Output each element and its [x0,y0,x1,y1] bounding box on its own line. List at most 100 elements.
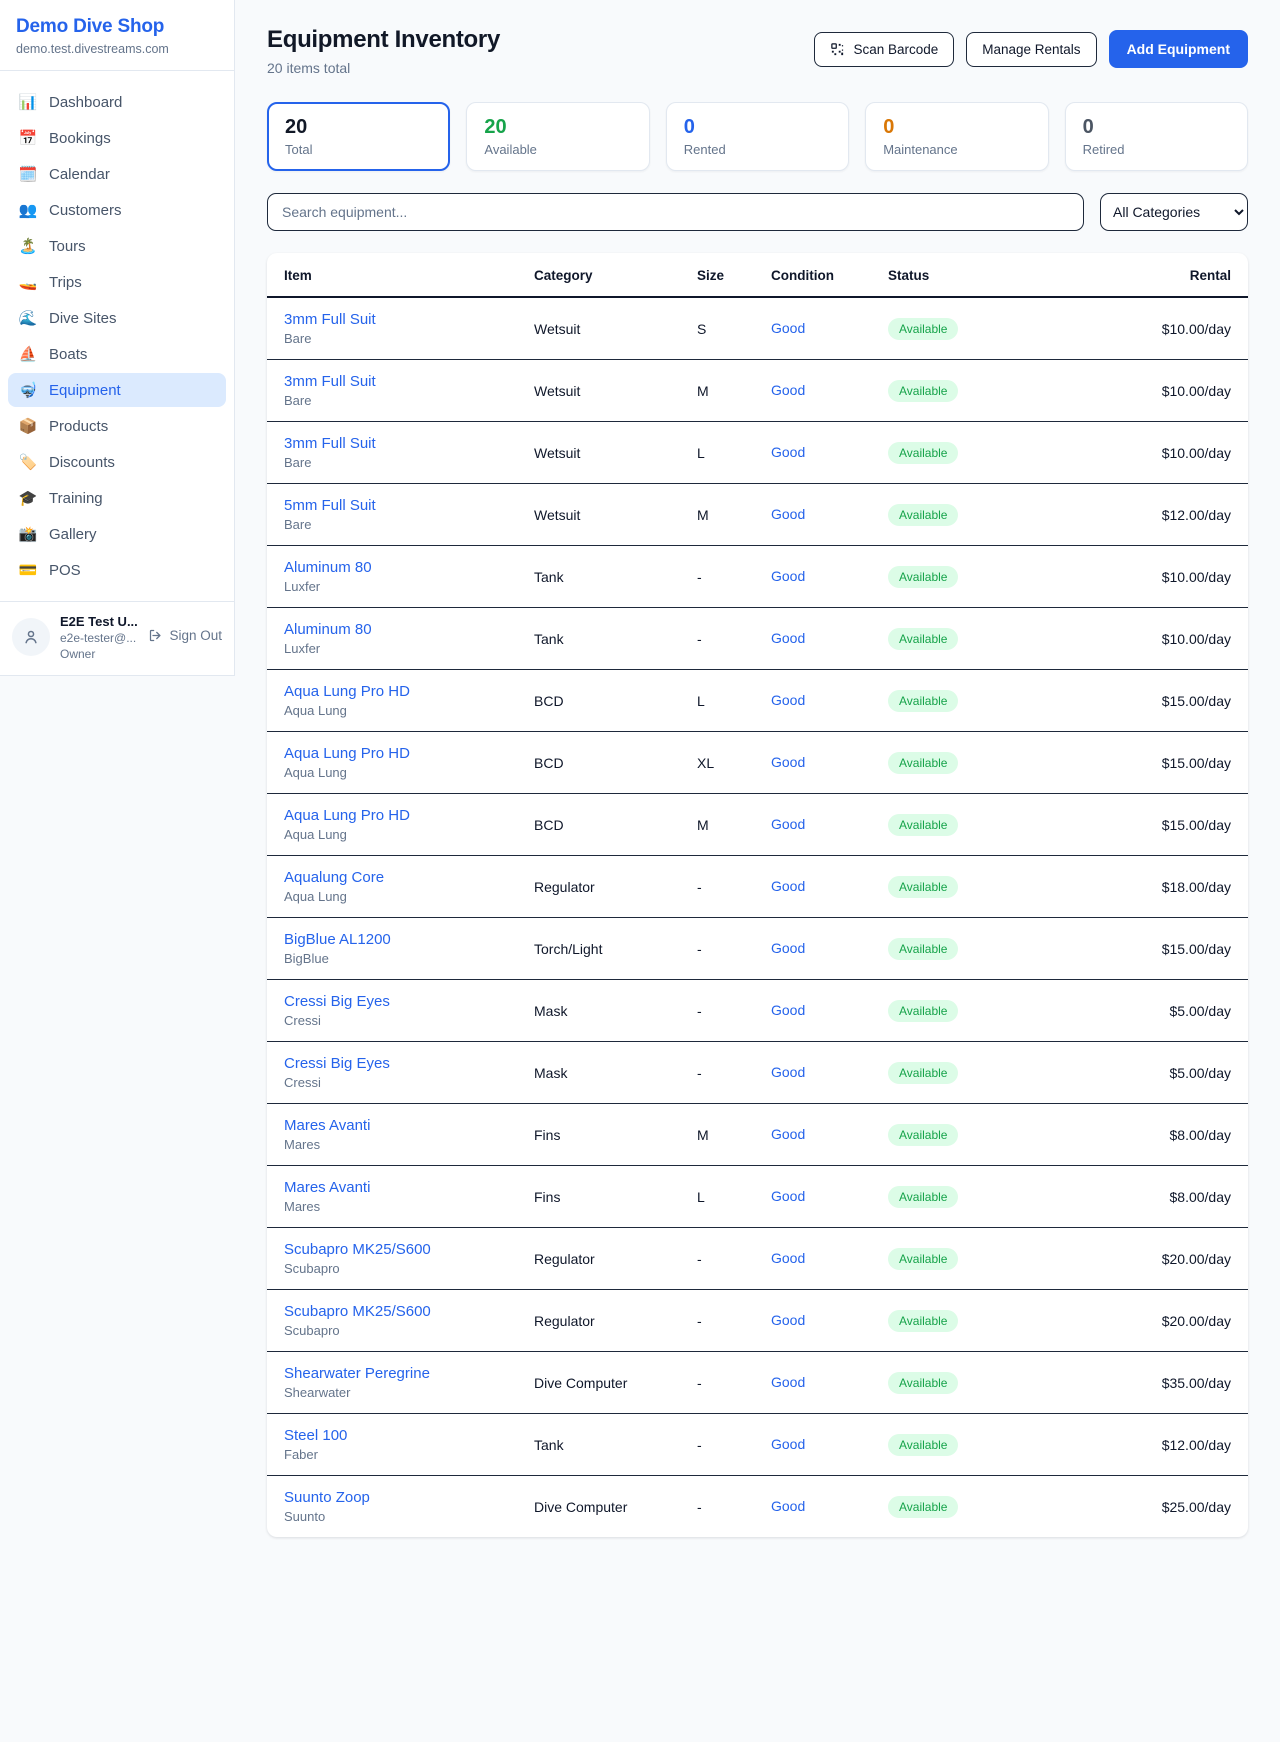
condition-link[interactable]: Good [771,1250,805,1266]
table-row[interactable]: Steel 100FaberTank-GoodAvailable$12.00/d… [267,1414,1248,1476]
cell-rental: $20.00/day [1076,1290,1248,1352]
item-name-link[interactable]: Aluminum 80 [284,621,500,638]
condition-link[interactable]: Good [771,816,805,832]
sidebar-item-calendar[interactable]: 🗓️Calendar [8,157,226,191]
condition-link[interactable]: Good [771,1064,805,1080]
sidebar-item-gallery[interactable]: 📸Gallery [8,517,226,551]
table-row[interactable]: Scubapro MK25/S600ScubaproRegulator-Good… [267,1228,1248,1290]
item-brand: Cressi [284,1075,500,1090]
cell-rental: $8.00/day [1076,1104,1248,1166]
cell-condition: Good [754,1352,871,1414]
condition-link[interactable]: Good [771,382,805,398]
condition-link[interactable]: Good [771,568,805,584]
table-row[interactable]: Aluminum 80LuxferTank-GoodAvailable$10.0… [267,608,1248,670]
table-row[interactable]: 3mm Full SuitBareWetsuitMGoodAvailable$1… [267,360,1248,422]
item-name-link[interactable]: Cressi Big Eyes [284,1055,500,1072]
sidebar-item-dive-sites[interactable]: 🌊Dive Sites [8,301,226,335]
condition-link[interactable]: Good [771,1374,805,1390]
table-row[interactable]: Aqualung CoreAqua LungRegulator-GoodAvai… [267,856,1248,918]
search-input[interactable] [267,193,1084,231]
sidebar-item-trips[interactable]: 🚤Trips [8,265,226,299]
category-select[interactable]: All Categories [1100,193,1248,231]
sign-out-button[interactable]: Sign Out [148,628,222,643]
brand-title: Demo Dive Shop [16,16,218,38]
item-name-link[interactable]: Scubapro MK25/S600 [284,1303,500,1320]
sidebar-item-equipment[interactable]: 🤿Equipment [8,373,226,407]
table-row[interactable]: Aluminum 80LuxferTank-GoodAvailable$10.0… [267,546,1248,608]
stat-card-rented[interactable]: 0Rented [666,102,849,171]
manage-rentals-button[interactable]: Manage Rentals [966,32,1096,67]
stat-card-available[interactable]: 20Available [466,102,649,171]
item-name-link[interactable]: Aluminum 80 [284,559,500,576]
item-name-link[interactable]: Steel 100 [284,1427,500,1444]
condition-link[interactable]: Good [771,630,805,646]
item-name-link[interactable]: Aqua Lung Pro HD [284,683,500,700]
table-row[interactable]: Cressi Big EyesCressiMask-GoodAvailable$… [267,1042,1248,1104]
condition-link[interactable]: Good [771,1312,805,1328]
condition-link[interactable]: Good [771,320,805,336]
condition-link[interactable]: Good [771,444,805,460]
sidebar-item-pos[interactable]: 💳POS [8,553,226,587]
sidebar-item-boats[interactable]: ⛵Boats [8,337,226,371]
table-row[interactable]: Mares AvantiMaresFinsLGoodAvailable$8.00… [267,1166,1248,1228]
item-name-link[interactable]: Mares Avanti [284,1179,500,1196]
item-name-link[interactable]: BigBlue AL1200 [284,931,500,948]
item-name-link[interactable]: 3mm Full Suit [284,373,500,390]
table-row[interactable]: Scubapro MK25/S600ScubaproRegulator-Good… [267,1290,1248,1352]
table-row[interactable]: Aqua Lung Pro HDAqua LungBCDLGoodAvailab… [267,670,1248,732]
table-row[interactable]: Aqua Lung Pro HDAqua LungBCDMGoodAvailab… [267,794,1248,856]
table-row[interactable]: BigBlue AL1200BigBlueTorch/Light-GoodAva… [267,918,1248,980]
cell-item: BigBlue AL1200BigBlue [267,918,517,980]
table-row[interactable]: Suunto ZoopSuuntoDive Computer-GoodAvail… [267,1476,1248,1538]
item-name-link[interactable]: 3mm Full Suit [284,435,500,452]
diving-mask-icon: 🤿 [18,381,38,399]
condition-link[interactable]: Good [771,506,805,522]
condition-link[interactable]: Good [771,878,805,894]
item-name-link[interactable]: Aqua Lung Pro HD [284,745,500,762]
item-name-link[interactable]: 5mm Full Suit [284,497,500,514]
cell-rental: $10.00/day [1076,360,1248,422]
stat-card-retired[interactable]: 0Retired [1065,102,1248,171]
item-name-link[interactable]: Cressi Big Eyes [284,993,500,1010]
table-row[interactable]: 5mm Full SuitBareWetsuitMGoodAvailable$1… [267,484,1248,546]
sidebar-item-training[interactable]: 🎓Training [8,481,226,515]
cell-status: Available [871,1104,1076,1166]
condition-link[interactable]: Good [771,1498,805,1514]
item-name-link[interactable]: 3mm Full Suit [284,311,500,328]
table-row[interactable]: 3mm Full SuitBareWetsuitLGoodAvailable$1… [267,422,1248,484]
item-brand: Bare [284,331,500,346]
cell-size: - [680,1476,754,1538]
sidebar-item-tours[interactable]: 🏝️Tours [8,229,226,263]
table-row[interactable]: Shearwater PeregrineShearwaterDive Compu… [267,1352,1248,1414]
item-name-link[interactable]: Scubapro MK25/S600 [284,1241,500,1258]
cell-size: M [680,484,754,546]
add-equipment-button[interactable]: Add Equipment [1109,30,1248,68]
item-name-link[interactable]: Aqua Lung Pro HD [284,807,500,824]
stat-card-total[interactable]: 20Total [267,102,450,171]
table-row[interactable]: Cressi Big EyesCressiMask-GoodAvailable$… [267,980,1248,1042]
condition-link[interactable]: Good [771,1126,805,1142]
condition-link[interactable]: Good [771,754,805,770]
sailboat-icon: ⛵ [18,345,38,363]
sidebar-item-bookings[interactable]: 📅Bookings [8,121,226,155]
condition-link[interactable]: Good [771,692,805,708]
item-name-link[interactable]: Suunto Zoop [284,1489,500,1506]
condition-link[interactable]: Good [771,1002,805,1018]
sidebar-item-customers[interactable]: 👥Customers [8,193,226,227]
table-row[interactable]: Aqua Lung Pro HDAqua LungBCDXLGoodAvaila… [267,732,1248,794]
item-name-link[interactable]: Mares Avanti [284,1117,500,1134]
cell-rental: $12.00/day [1076,1414,1248,1476]
table-row[interactable]: 3mm Full SuitBareWetsuitSGoodAvailable$1… [267,297,1248,360]
condition-link[interactable]: Good [771,1188,805,1204]
table-row[interactable]: Mares AvantiMaresFinsMGoodAvailable$8.00… [267,1104,1248,1166]
stat-card-maintenance[interactable]: 0Maintenance [865,102,1048,171]
cell-condition: Good [754,484,871,546]
sidebar-item-dashboard[interactable]: 📊Dashboard [8,85,226,119]
condition-link[interactable]: Good [771,1436,805,1452]
item-name-link[interactable]: Aqualung Core [284,869,500,886]
item-name-link[interactable]: Shearwater Peregrine [284,1365,500,1382]
scan-barcode-button[interactable]: Scan Barcode [814,32,954,67]
sidebar-item-discounts[interactable]: 🏷️Discounts [8,445,226,479]
condition-link[interactable]: Good [771,940,805,956]
sidebar-item-products[interactable]: 📦Products [8,409,226,443]
